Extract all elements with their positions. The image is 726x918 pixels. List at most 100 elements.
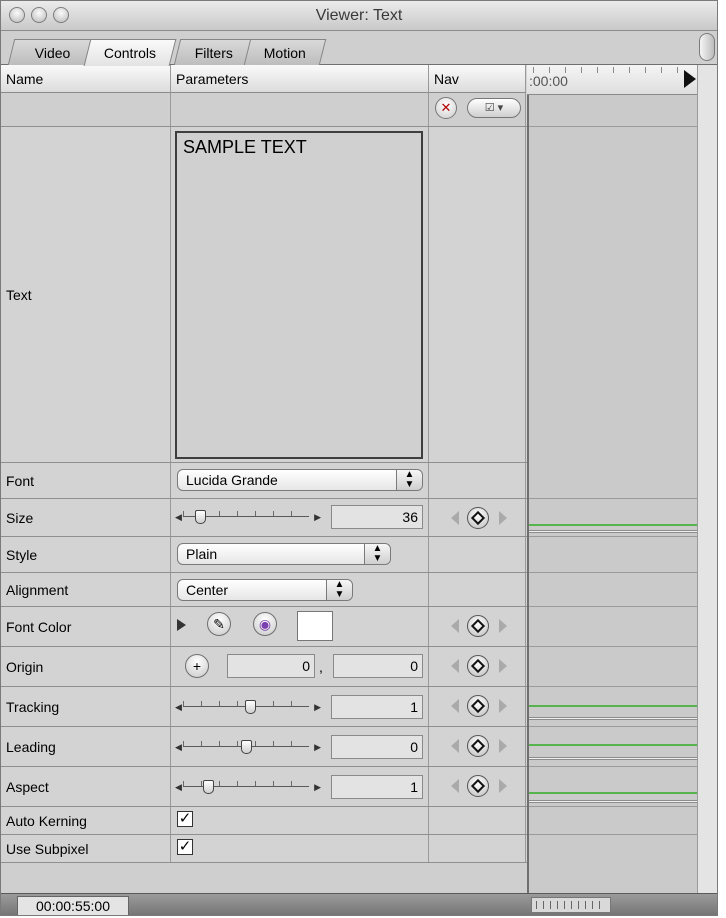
slider-left-arrow-icon[interactable]: ◀ <box>175 782 182 793</box>
prev-keyframe-icon[interactable] <box>451 659 459 673</box>
table-row-font-color: Font Color ✎ ◉ <box>1 607 527 647</box>
next-keyframe-icon[interactable] <box>499 511 507 525</box>
timecode-field[interactable]: 00:00:55:00 <box>17 896 129 915</box>
slider-thumb[interactable] <box>203 780 214 794</box>
table-row-toolbar: ✕ ☑ ▾ <box>1 93 527 127</box>
tab-controls[interactable]: Controls <box>83 39 177 66</box>
x-circle-icon[interactable]: ✕ <box>435 97 457 119</box>
slider-right-arrow-icon[interactable]: ▶ <box>314 512 321 523</box>
leading-slider[interactable]: ◀ ▶ <box>175 738 323 756</box>
tab-motion[interactable]: Motion <box>243 39 327 65</box>
prev-keyframe-icon[interactable] <box>451 699 459 713</box>
pane-resize-knob[interactable] <box>699 33 715 61</box>
disclosure-triangle-icon[interactable] <box>177 619 186 631</box>
prev-keyframe-icon[interactable] <box>451 739 459 753</box>
nav-cell <box>429 499 526 536</box>
font-popup[interactable]: Lucida Grande ▲ ▼ <box>177 469 423 491</box>
crosshair-icon[interactable]: + <box>185 654 209 678</box>
row-label: Auto Kerning <box>1 807 171 834</box>
param-cell: ✎ ◉ <box>171 607 429 646</box>
next-keyframe-icon[interactable] <box>499 659 507 673</box>
origin-y-field[interactable]: 0 <box>333 654 423 678</box>
keyframe-diamond-icon[interactable] <box>467 507 489 529</box>
keyframe-nav <box>451 507 507 529</box>
style-popup[interactable]: Plain ▲ ▼ <box>177 543 391 565</box>
eyedropper-icon[interactable]: ✎ <box>207 612 231 636</box>
size-field[interactable]: 36 <box>331 505 423 529</box>
playhead-icon[interactable] <box>684 70 696 88</box>
slider-left-arrow-icon[interactable]: ◀ <box>175 512 182 523</box>
next-keyframe-icon[interactable] <box>499 619 507 633</box>
slider-thumb[interactable] <box>245 700 256 714</box>
nav-cell <box>429 607 526 646</box>
prev-keyframe-icon[interactable] <box>451 619 459 633</box>
vertical-scrollbar[interactable] <box>697 65 717 893</box>
leading-field[interactable]: 0 <box>331 735 423 759</box>
tracking-field[interactable]: 1 <box>331 695 423 719</box>
timeline-ruler[interactable]: :00:00 <box>527 65 697 95</box>
checkbox-menu-icon[interactable]: ☑ ▾ <box>467 98 521 118</box>
table-row-use-subpixel: Use Subpixel ✓ <box>1 835 527 863</box>
timeline-row-origin <box>529 647 697 687</box>
ruler-start-time: :00:00 <box>529 73 568 89</box>
keyframe-line <box>529 792 697 794</box>
column-header-name[interactable]: Name <box>1 65 171 93</box>
slider-right-arrow-icon[interactable]: ▶ <box>314 702 321 713</box>
slider-thumb[interactable] <box>195 510 206 524</box>
tab-filters[interactable]: Filters <box>173 39 255 65</box>
keyframe-baseline <box>529 800 697 803</box>
alignment-popup[interactable]: Center ▲ ▼ <box>177 579 353 601</box>
param-cell: + 0 , 0 <box>171 647 429 686</box>
keyframe-baseline <box>529 757 697 760</box>
row-label: Tracking <box>1 687 171 726</box>
row-label: Aspect <box>1 767 171 806</box>
zoom-ticks <box>536 901 606 909</box>
keyframe-diamond-icon[interactable] <box>467 775 489 797</box>
popup-arrows-icon: ▲ ▼ <box>396 470 422 490</box>
prev-keyframe-icon[interactable] <box>451 511 459 525</box>
tracking-slider[interactable]: ◀ ▶ <box>175 698 323 716</box>
keyframe-diamond-icon[interactable] <box>467 735 489 757</box>
alignment-popup-value: Center <box>186 582 229 598</box>
slider-left-arrow-icon[interactable]: ◀ <box>175 702 182 713</box>
param-cell: Center ▲ ▼ <box>171 573 429 606</box>
zoom-slider[interactable] <box>531 897 611 913</box>
next-keyframe-icon[interactable] <box>499 739 507 753</box>
table-row-text: Text SAMPLE TEXT <box>1 127 527 463</box>
slider-right-arrow-icon[interactable]: ▶ <box>314 782 321 793</box>
column-header-parameters[interactable]: Parameters <box>171 65 429 93</box>
param-cell: ◀ ▶ 0 <box>171 727 429 766</box>
slider-left-arrow-icon[interactable]: ◀ <box>175 742 182 753</box>
aspect-field[interactable]: 1 <box>331 775 423 799</box>
title-bar: Viewer: Text <box>1 1 717 31</box>
text-input[interactable]: SAMPLE TEXT <box>175 131 423 459</box>
use-subpixel-checkbox[interactable]: ✓ <box>177 839 193 855</box>
table-row-size: Size ◀ ▶ 36 <box>1 499 527 537</box>
slider-right-arrow-icon[interactable]: ▶ <box>314 742 321 753</box>
slider-thumb[interactable] <box>241 740 252 754</box>
next-keyframe-icon[interactable] <box>499 699 507 713</box>
keyframe-diamond-icon[interactable] <box>467 655 489 677</box>
nav-cell <box>429 727 526 766</box>
origin-x-field[interactable]: 0 <box>227 654 315 678</box>
timeline-row-auto-kerning <box>529 807 697 835</box>
auto-kerning-checkbox[interactable]: ✓ <box>177 811 193 827</box>
keyframe-diamond-icon[interactable] <box>467 695 489 717</box>
row-label: Font Color <box>1 607 171 646</box>
timeline-row-tracking <box>529 687 697 727</box>
keyframe-nav <box>451 735 507 757</box>
aspect-slider[interactable]: ◀ ▶ <box>175 778 323 796</box>
color-wheel-icon[interactable]: ◉ <box>253 612 277 636</box>
timeline-row-leading <box>529 727 697 767</box>
prev-keyframe-icon[interactable] <box>451 779 459 793</box>
row-label: Size <box>1 499 171 536</box>
keyframe-diamond-icon[interactable] <box>467 615 489 637</box>
param-cell: ✓ <box>171 835 429 862</box>
next-keyframe-icon[interactable] <box>499 779 507 793</box>
column-header-nav[interactable]: Nav <box>429 65 526 93</box>
nav-cell <box>429 807 526 834</box>
size-slider[interactable]: ◀ ▶ <box>175 508 323 526</box>
row-label: Alignment <box>1 573 171 606</box>
font-color-swatch[interactable] <box>297 611 333 641</box>
slider-track <box>183 786 309 787</box>
